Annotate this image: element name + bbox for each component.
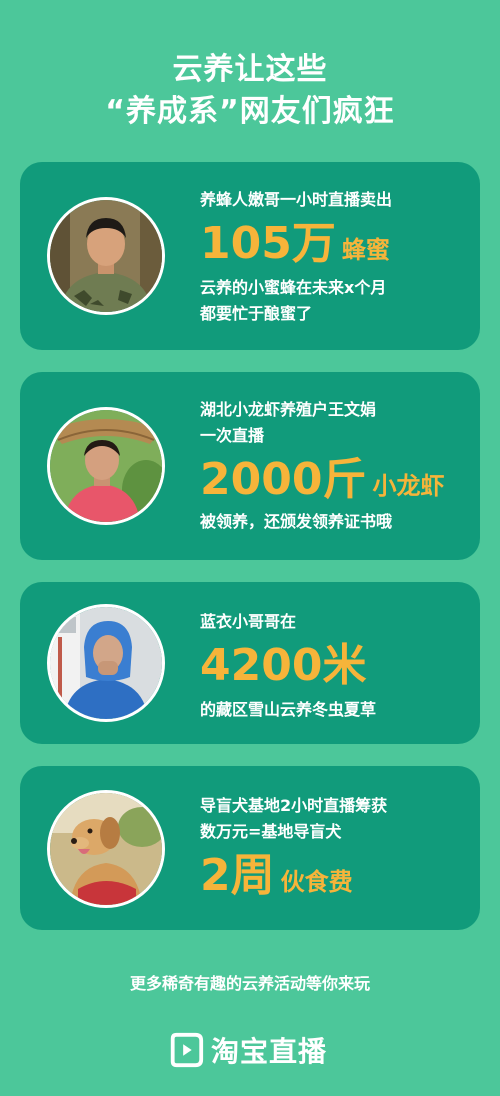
footer-tagline: 更多稀奇有趣的云养活动等你来玩: [129, 974, 370, 993]
card-4-big-unit: 伙食费: [280, 868, 353, 896]
card-2-big-number: 2000斤: [200, 454, 367, 505]
card-crayfish: 湖北小龙虾养殖户王文娟 一次直播 2000斤 小龙虾 被领养，还颁发领养证书哦: [20, 372, 480, 560]
card-4-intro-1: 导盲犬基地2小时直播筹获: [200, 796, 388, 815]
brand-name: 淘宝直播: [211, 1035, 328, 1068]
card-3-intro: 蓝衣小哥哥在: [200, 612, 297, 631]
card-3-highlight: 4200米: [200, 640, 366, 692]
guide-dog-photo: [47, 790, 165, 908]
card-1-highlight: 105万 蜂蜜: [200, 218, 390, 276]
card-cordyceps: 蓝衣小哥哥在 4200米 的藏区雪山云养冬虫夏草: [20, 582, 480, 744]
card-2-intro-1: 湖北小龙虾养殖户王文娟: [200, 400, 377, 419]
card-3-big-number: 4200米: [200, 640, 367, 691]
card-beekeeper: 养蜂人嫩哥一小时直播卖出 105万 蜂蜜 云养的小蜜蜂在未来x个月 都要忙于酿蜜了: [20, 162, 480, 350]
card-2-highlight: 2000斤 小龙虾: [200, 454, 444, 512]
card-1-desc-2: 都要忙于酿蜜了: [200, 304, 313, 323]
card-4-intro-2: 数万元=基地导盲犬: [200, 822, 342, 841]
taobao-live-logo: 淘宝直播: [167, 1030, 337, 1070]
card-2-big-unit: 小龙虾: [372, 472, 445, 500]
taobao-live-icon: [170, 1032, 204, 1068]
card-4-highlight: 2周 伙食费: [200, 850, 353, 908]
card-2-desc: 被领养，还颁发领养证书哦: [200, 512, 393, 531]
card-1-big-unit: 蜂蜜: [341, 236, 390, 264]
card-4-big-number: 2周: [200, 850, 275, 901]
beekeeper-photo: [47, 197, 165, 315]
headline-line-2: “养成系”网友们疯狂: [105, 94, 395, 129]
card-1-intro: 养蜂人嫩哥一小时直播卖出: [200, 190, 393, 209]
card-2-intro-2: 一次直播: [200, 426, 265, 445]
card-3-desc: 的藏区雪山云养冬虫夏草: [200, 700, 377, 719]
card-guide-dog: 导盲犬基地2小时直播筹获 数万元=基地导盲犬 2周 伙食费: [20, 766, 480, 930]
card-1-desc-1: 云养的小蜜蜂在未来x个月: [200, 278, 387, 297]
card-1-big-number: 105万: [200, 218, 336, 269]
crayfish-farmer-photo: [47, 407, 165, 525]
blue-jacket-photo: [47, 604, 165, 722]
headline-line-1: 云养让这些: [172, 52, 328, 87]
